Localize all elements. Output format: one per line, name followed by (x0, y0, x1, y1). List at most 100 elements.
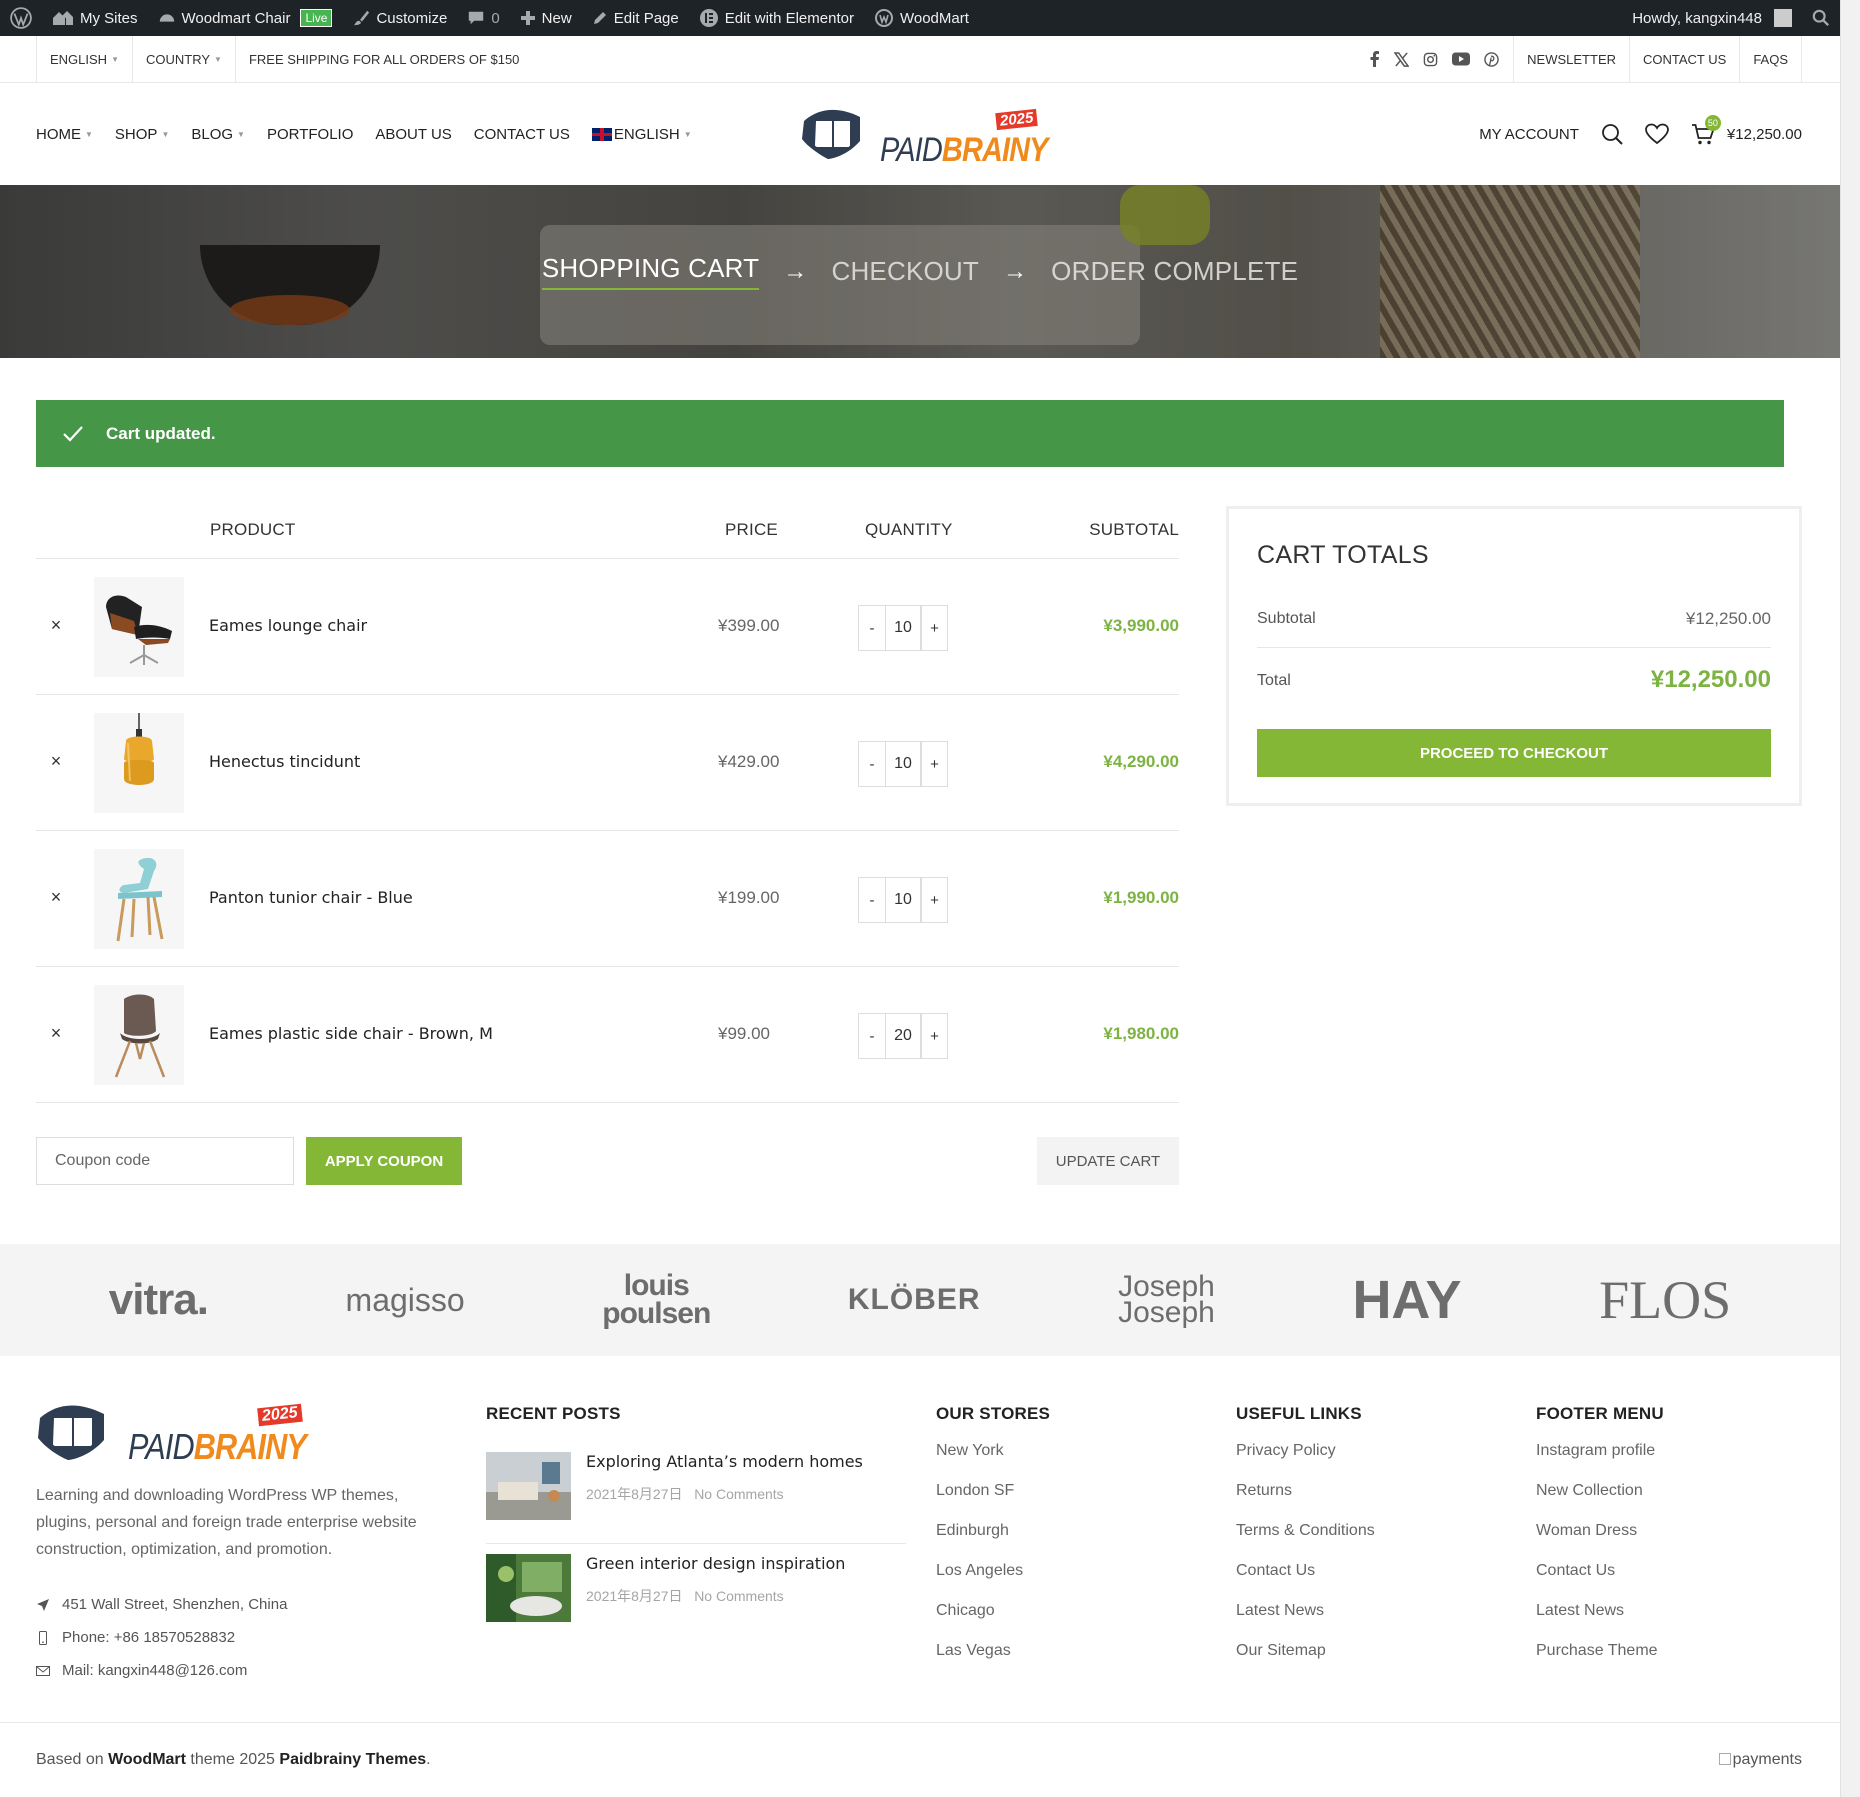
product-thumbnail[interactable] (94, 577, 184, 677)
store-link[interactable]: Chicago (936, 1602, 1050, 1642)
remove-item-button[interactable]: × (46, 615, 66, 635)
step-checkout[interactable]: CHECKOUT (831, 256, 979, 287)
coupon-input[interactable]: Coupon code (36, 1137, 294, 1185)
step-shopping-cart[interactable]: SHOPPING CART (541, 253, 760, 290)
product-name-link[interactable]: Eames plastic side chair - Brown, M (209, 1024, 493, 1043)
quantity-minus-button[interactable]: - (859, 878, 885, 922)
footer-mail-text[interactable]: Mail: kangxin448@126.com (62, 1662, 247, 1679)
vertical-scrollbar[interactable] (1840, 0, 1860, 1797)
brand-klober[interactable]: KLÖBER (848, 1283, 981, 1317)
footer-logo[interactable]: PAIDBRAINY 2025 (36, 1396, 307, 1467)
admin-search-button[interactable] (1802, 0, 1840, 36)
quantity-minus-button[interactable]: - (859, 1014, 885, 1058)
account-menu[interactable]: Howdy, kangxin448 (1622, 0, 1802, 36)
post-comments-link[interactable]: No Comments (694, 1486, 783, 1502)
my-account-link[interactable]: MY ACCOUNT (1479, 126, 1579, 143)
product-name-link[interactable]: Henectus tincidunt (209, 752, 360, 771)
my-sites-menu[interactable]: My Sites (42, 0, 148, 36)
useful-link[interactable]: Returns (1236, 1482, 1375, 1522)
apply-coupon-button[interactable]: APPLY COUPON (306, 1137, 462, 1185)
heart-icon[interactable] (1645, 123, 1669, 145)
country-selector[interactable]: COUNTRY ▼ (133, 36, 236, 82)
comments-button[interactable]: 0 (457, 0, 509, 36)
store-link[interactable]: New York (936, 1442, 1050, 1482)
scrollbar-thumb[interactable] (1845, 40, 1857, 1640)
quantity-input[interactable]: 10 (885, 606, 921, 650)
quantity-plus-button[interactable]: + (921, 606, 947, 650)
brand-hay[interactable]: HAY (1352, 1269, 1461, 1331)
useful-link[interactable]: Contact Us (1236, 1562, 1375, 1602)
product-thumbnail[interactable] (94, 849, 184, 949)
site-logo[interactable]: PAIDBRAINY 2025 (800, 103, 1048, 169)
store-link[interactable]: Las Vegas (936, 1642, 1050, 1682)
store-link[interactable]: Edinburgh (936, 1522, 1050, 1562)
pinterest-icon[interactable] (1484, 51, 1499, 67)
remove-item-button[interactable]: × (46, 1023, 66, 1043)
quantity-plus-button[interactable]: + (921, 878, 947, 922)
footer-menu-link[interactable]: Woman Dress (1536, 1522, 1664, 1562)
footer-menu-link[interactable]: Instagram profile (1536, 1442, 1664, 1482)
edit-elementor-button[interactable]: Edit with Elementor (689, 0, 864, 36)
post-thumbnail[interactable] (486, 1554, 571, 1622)
quantity-input[interactable]: 20 (885, 1014, 921, 1058)
useful-link[interactable]: Latest News (1236, 1602, 1375, 1642)
post-title-link[interactable]: Green interior design inspiration (586, 1554, 845, 1573)
product-name-link[interactable]: Panton tunior chair - Blue (209, 888, 413, 907)
product-thumbnail[interactable] (94, 713, 184, 813)
new-content-menu[interactable]: New (510, 0, 582, 36)
brand-joseph-joseph[interactable]: Joseph Joseph (1118, 1272, 1215, 1328)
search-icon[interactable] (1601, 123, 1623, 145)
product-name-link[interactable]: Eames lounge chair (209, 616, 367, 635)
wordpress-logo-button[interactable] (0, 0, 42, 36)
quantity-plus-button[interactable]: + (921, 1014, 947, 1058)
paidbrainy-link[interactable]: Paidbrainy Themes (279, 1751, 426, 1768)
nav-shop[interactable]: SHOP ▼ (115, 126, 169, 143)
brand-louis-poulsen[interactable]: louis poulsen (602, 1271, 711, 1329)
useful-link[interactable]: Our Sitemap (1236, 1642, 1375, 1682)
site-name-menu[interactable]: Woodmart Chair Live (148, 0, 343, 36)
quantity-input[interactable]: 10 (885, 878, 921, 922)
top-contact-link[interactable]: CONTACT US (1630, 36, 1741, 82)
brand-flos[interactable]: FLOS (1599, 1269, 1731, 1331)
customize-button[interactable]: Customize (342, 0, 457, 36)
post-thumbnail[interactable] (486, 1452, 571, 1520)
update-cart-button[interactable]: UPDATE CART (1037, 1137, 1179, 1185)
quantity-plus-button[interactable]: + (921, 742, 947, 786)
remove-item-button[interactable]: × (46, 887, 66, 907)
cart-button[interactable]: 50 ¥12,250.00 (1691, 115, 1802, 145)
useful-link[interactable]: Privacy Policy (1236, 1442, 1375, 1482)
footer-menu-link[interactable]: Latest News (1536, 1602, 1664, 1642)
brand-vitra[interactable]: vitra. (109, 1275, 209, 1325)
quantity-minus-button[interactable]: - (859, 742, 885, 786)
product-thumbnail[interactable] (94, 985, 184, 1085)
nav-home[interactable]: HOME ▼ (36, 126, 93, 143)
quantity-input[interactable]: 10 (885, 742, 921, 786)
proceed-to-checkout-button[interactable]: PROCEED TO CHECKOUT (1257, 729, 1771, 777)
post-comments-link[interactable]: No Comments (694, 1588, 783, 1604)
nav-about[interactable]: ABOUT US (375, 126, 451, 143)
faqs-link[interactable]: FAQS (1740, 36, 1802, 82)
x-twitter-icon[interactable] (1394, 51, 1410, 67)
nav-portfolio[interactable]: PORTFOLIO (267, 126, 353, 143)
language-selector[interactable]: ENGLISH ▼ (36, 36, 133, 82)
remove-item-button[interactable]: × (46, 751, 66, 771)
facebook-icon[interactable] (1370, 51, 1380, 67)
post-title-link[interactable]: Exploring Atlanta’s modern homes (586, 1452, 863, 1471)
useful-link[interactable]: Terms & Conditions (1236, 1522, 1375, 1562)
footer-menu-link[interactable]: Purchase Theme (1536, 1642, 1664, 1682)
store-link[interactable]: Los Angeles (936, 1562, 1050, 1602)
footer-menu-link[interactable]: New Collection (1536, 1482, 1664, 1522)
woodmart-link[interactable]: WoodMart (108, 1751, 186, 1768)
store-link[interactable]: London SF (936, 1482, 1050, 1522)
newsletter-link[interactable]: NEWSLETTER (1514, 36, 1630, 82)
youtube-icon[interactable] (1452, 52, 1471, 66)
nav-contact[interactable]: CONTACT US (474, 126, 570, 143)
quantity-minus-button[interactable]: - (859, 606, 885, 650)
nav-blog[interactable]: BLOG ▼ (191, 126, 245, 143)
nav-language[interactable]: ENGLISH ▼ (591, 126, 692, 143)
footer-menu-link[interactable]: Contact Us (1536, 1562, 1664, 1602)
edit-page-button[interactable]: Edit Page (582, 0, 689, 36)
brand-magisso[interactable]: magisso (346, 1282, 465, 1319)
instagram-icon[interactable] (1423, 52, 1438, 67)
woodmart-menu[interactable]: WoodMart (864, 0, 979, 36)
